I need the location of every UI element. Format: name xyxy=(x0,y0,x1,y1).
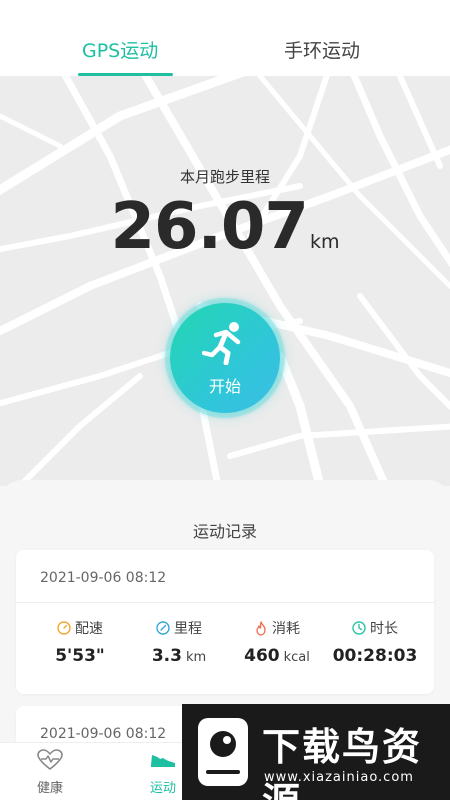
flame-icon xyxy=(256,620,266,636)
stat-distance-value: 3.3 xyxy=(151,646,182,666)
watermark-title: 下载鸟资源 xyxy=(262,725,423,800)
bird-logo-icon xyxy=(198,718,248,786)
pace-icon xyxy=(57,621,71,635)
stat-distance-unit: km xyxy=(185,650,207,665)
clock-icon xyxy=(352,621,366,635)
stat-calories-label: 消耗 xyxy=(272,621,300,637)
stat-duration-label: 时长 xyxy=(370,621,398,637)
watermark: 下载鸟资源 www.xiazainiao.com xyxy=(182,704,450,800)
start-button-label: 开始 xyxy=(208,377,241,396)
tab-band-sport[interactable]: 手环运动 xyxy=(284,36,360,63)
records-title: 运动记录 xyxy=(192,522,257,541)
tab-gps-sport[interactable]: GPS运动 xyxy=(82,36,158,63)
stat-distance-label: 里程 xyxy=(174,621,202,637)
nav-item-health-label: 健康 xyxy=(36,781,63,796)
stat-duration: 时长 00:28:03 xyxy=(325,618,425,666)
map-background xyxy=(0,76,450,486)
record-divider xyxy=(16,602,434,603)
running-person-icon xyxy=(202,322,241,365)
stat-duration-value: 00:28:03 xyxy=(332,646,418,666)
start-button[interactable]: 开始 xyxy=(170,303,280,413)
monthly-distance-unit: km xyxy=(309,231,340,253)
stat-pace-label: 配速 xyxy=(75,621,103,637)
stat-calories-value: 460 xyxy=(244,646,280,666)
watermark-url: www.xiazainiao.com xyxy=(264,770,414,785)
stat-distance: 里程 3.3 km xyxy=(129,618,229,666)
stat-calories: 消耗 460 kcal xyxy=(227,618,327,666)
record-card[interactable]: 2021-09-06 08:12 配速 5'53" 里程 3.3 km 消耗 4… xyxy=(16,550,434,694)
monthly-distance: 26.07 km xyxy=(0,190,450,264)
sneaker-icon xyxy=(151,755,175,767)
nav-item-health[interactable]: 健康 xyxy=(20,749,80,796)
heart-pulse-icon xyxy=(37,749,63,770)
stat-calories-unit: kcal xyxy=(283,650,310,665)
record-date: 2021-09-06 08:12 xyxy=(40,570,167,586)
stat-pace: 配速 5'53" xyxy=(30,618,130,666)
stat-pace-value: 5'53" xyxy=(55,646,105,666)
record-date: 2021-09-06 08:12 xyxy=(40,726,167,742)
top-tab-bar: GPS运动 手环运动 xyxy=(0,0,450,76)
monthly-distance-label: 本月跑步里程 xyxy=(179,168,270,186)
monthly-distance-value: 26.07 xyxy=(110,190,309,264)
distance-icon xyxy=(156,621,170,635)
